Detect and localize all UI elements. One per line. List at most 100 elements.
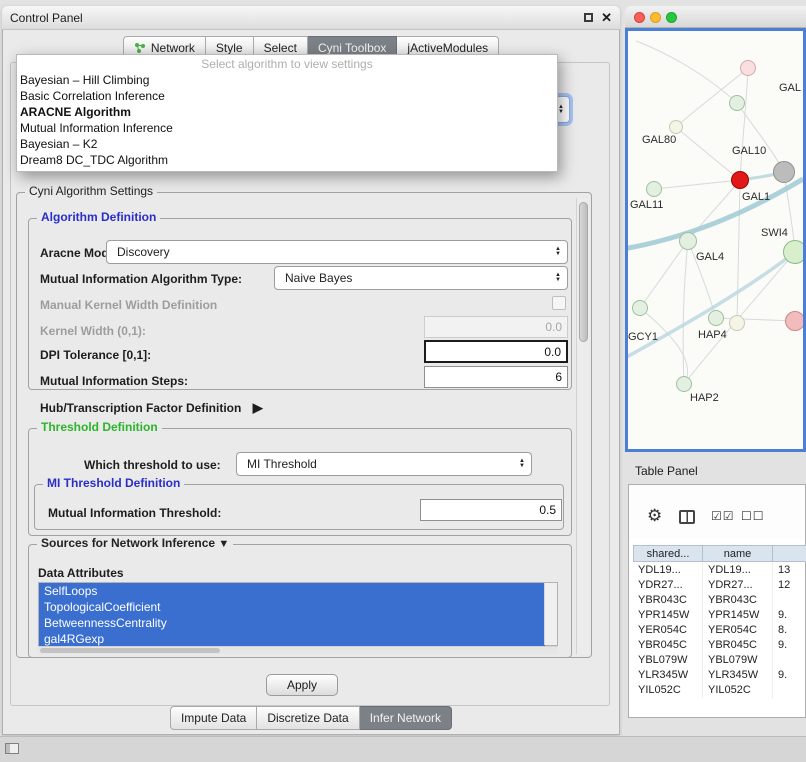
network-node-gal4[interactable] (679, 232, 697, 250)
columns-icon[interactable] (679, 510, 695, 524)
hub-section-toggle[interactable]: Hub/Transcription Factor Definition ▶ (40, 400, 263, 416)
dpi-tolerance-label: DPI Tolerance [0,1]: (40, 348, 151, 362)
cell: 9. (773, 668, 806, 683)
table-row[interactable]: YBL079W YBL079W (633, 653, 806, 668)
node-label: GAL11 (630, 199, 663, 211)
sources-title-label: Sources for Network Inference (41, 536, 215, 550)
column-header[interactable]: shared... (633, 545, 703, 562)
apply-button[interactable]: Apply (266, 674, 338, 696)
select-all-checkboxes-icon[interactable]: ☑☑ (711, 509, 735, 523)
mi-threshold-input[interactable] (420, 499, 562, 521)
attribute-item-selected[interactable]: gal4RGexp (39, 631, 545, 647)
network-canvas[interactable]: GAL80 GAL10 GAL11 GAL1 SWI4 GAL4 GCY1 HA… (625, 28, 806, 452)
cell: YLR345W (633, 668, 703, 683)
gear-icon[interactable]: ⚙ (647, 507, 662, 524)
column-header[interactable] (773, 545, 806, 562)
mi-steps-input[interactable] (424, 366, 568, 388)
network-tab-icon (134, 42, 146, 54)
table-row[interactable]: YDL19... YDL19... 13 (633, 563, 806, 578)
table-panel-title: Table Panel (635, 464, 698, 478)
column-header[interactable]: name (703, 545, 773, 562)
cell (773, 683, 806, 698)
attributes-vscrollbar[interactable] (544, 583, 557, 645)
bottom-tabbar: Impute Data Discretize Data Infer Networ… (2, 706, 620, 730)
chevron-down-icon: ▼ (218, 538, 229, 550)
network-node-gal10[interactable] (731, 171, 749, 189)
table-row[interactable]: YER054C YER054C 8. (633, 623, 806, 638)
hub-section-label: Hub/Transcription Factor Definition (40, 401, 241, 415)
network-node[interactable] (773, 161, 795, 183)
data-attributes-label: Data Attributes (38, 566, 124, 580)
tab-impute-data[interactable]: Impute Data (170, 706, 257, 730)
table-row[interactable]: YPR145W YPR145W 9. (633, 608, 806, 623)
network-node[interactable] (669, 120, 683, 134)
attributes-hscrollbar-thumb[interactable] (40, 648, 220, 653)
network-node[interactable] (785, 311, 805, 331)
cell: YBR043C (633, 593, 703, 608)
tab-infer-network[interactable]: Infer Network (360, 706, 452, 730)
settings-scrollbar[interactable] (576, 198, 590, 654)
network-edges (628, 31, 803, 449)
dropdown-item[interactable]: Bayesian – Hill Climbing (17, 72, 557, 88)
network-node-hap2[interactable] (676, 376, 692, 392)
cell: YBL079W (633, 653, 703, 668)
float-window-icon[interactable] (584, 13, 593, 22)
combo-arrows-icon: ▲▼ (555, 247, 561, 257)
dropdown-item[interactable]: Mutual Information Inference (17, 120, 557, 136)
cell (773, 593, 806, 608)
dropdown-item[interactable]: Bayesian – K2 (17, 136, 557, 152)
network-node[interactable] (783, 240, 806, 264)
cell: YDL19... (633, 563, 703, 578)
table-row[interactable]: YDR27... YDR27... 12 (633, 578, 806, 593)
dropdown-item[interactable]: Dream8 DC_TDC Algorithm (17, 152, 557, 168)
dropdown-item[interactable]: Basic Correlation Inference (17, 88, 557, 104)
tab-discretize-data[interactable]: Discretize Data (257, 706, 359, 730)
table-toolbar: ⚙ ☑☑ ☐☐ (629, 485, 805, 539)
node-label: HAP2 (690, 392, 719, 404)
clear-checkboxes-icon[interactable]: ☐☐ (741, 509, 765, 523)
docked-panel-icon[interactable] (5, 743, 19, 754)
combo-arrows-icon: ▲▼ (519, 459, 525, 469)
dropdown-item-selected[interactable]: ARACNE Algorithm (17, 104, 557, 120)
mi-type-select[interactable]: Naive Bayes ▲▼ (274, 266, 568, 290)
mi-threshold-title: MI Threshold Definition (43, 476, 184, 490)
mi-type-value: Naive Bayes (285, 271, 352, 285)
cell: YBR045C (703, 638, 773, 653)
which-threshold-select[interactable]: MI Threshold ▲▼ (236, 452, 532, 476)
close-icon[interactable]: ✕ (601, 12, 612, 24)
table-row[interactable]: YBR043C YBR043C (633, 593, 806, 608)
network-node-gal11[interactable] (646, 181, 662, 197)
node-label: GAL1 (742, 191, 770, 203)
cell: YDL19... (703, 563, 773, 578)
network-node[interactable] (729, 95, 745, 111)
settings-scrollbar-thumb[interactable] (579, 202, 588, 342)
manual-kernel-label: Manual Kernel Width Definition (40, 298, 217, 312)
attribute-item-selected[interactable]: BetweennessCentrality (39, 615, 545, 631)
control-panel-titlebar: Control Panel ✕ (2, 6, 620, 30)
minimize-traffic-light-icon[interactable] (650, 12, 661, 23)
attribute-item-selected[interactable]: SelfLoops (39, 583, 545, 599)
tab-infer-network-label: Infer Network (370, 711, 441, 725)
node-label: GCY1 (628, 331, 658, 343)
network-node-gcy1[interactable] (632, 300, 648, 316)
cell: 13 (773, 563, 806, 578)
close-traffic-light-icon[interactable] (634, 12, 645, 23)
network-node[interactable] (740, 60, 756, 76)
cell: YDR27... (633, 578, 703, 593)
table-row[interactable]: YBR045C YBR045C 9. (633, 638, 806, 653)
dpi-tolerance-input[interactable] (424, 340, 568, 363)
tab-select-label: Select (264, 41, 297, 55)
aracne-mode-select[interactable]: Discovery ▲▼ (106, 240, 568, 264)
cell: YPR145W (703, 608, 773, 623)
mi-steps-label: Mutual Information Steps: (40, 374, 188, 388)
network-node[interactable] (729, 315, 745, 331)
manual-kernel-checkbox[interactable] (552, 296, 566, 310)
table-row[interactable]: YIL052C YIL052C (633, 683, 806, 698)
sources-group-title[interactable]: Sources for Network Inference ▼ (37, 536, 233, 550)
network-node-hap4[interactable] (708, 310, 724, 326)
zoom-traffic-light-icon[interactable] (666, 12, 677, 23)
attribute-item-selected[interactable]: TopologicalCoefficient (39, 599, 545, 615)
table-row[interactable]: YLR345W YLR345W 9. (633, 668, 806, 683)
threshold-definition-title: Threshold Definition (37, 420, 162, 434)
attributes-hscrollbar[interactable] (38, 646, 558, 654)
